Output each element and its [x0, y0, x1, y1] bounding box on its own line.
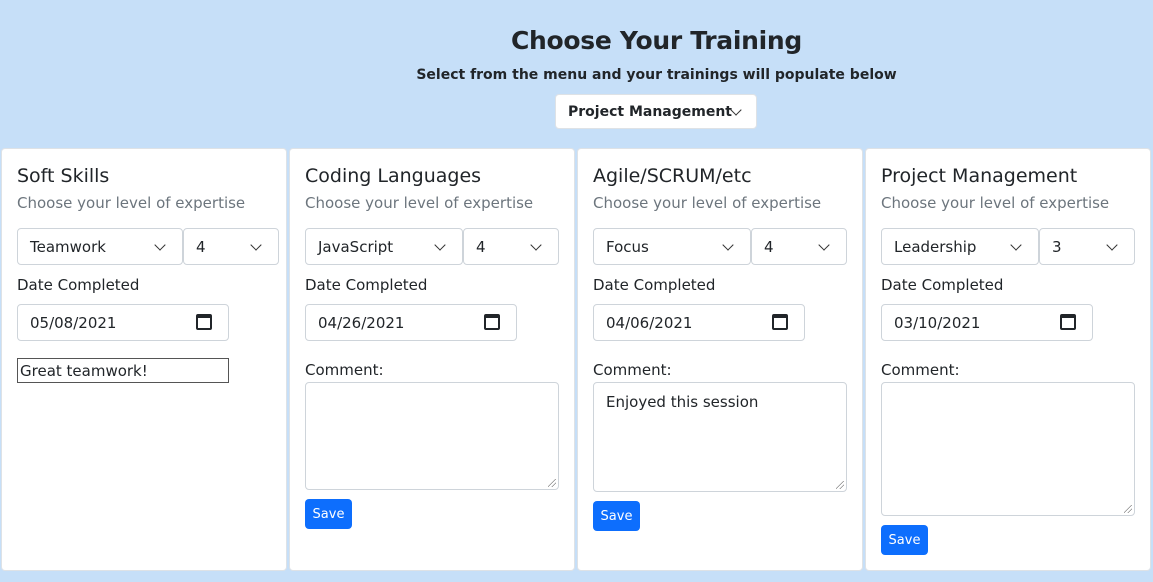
- date-input[interactable]: 05/08/2021: [17, 304, 229, 341]
- comment-value: Great teamwork!: [20, 361, 148, 380]
- level-select[interactable]: 3: [1039, 228, 1135, 265]
- comment-textarea[interactable]: [881, 382, 1135, 516]
- skill-select[interactable]: JavaScript: [305, 228, 463, 265]
- chevron-down-icon: [530, 239, 542, 251]
- training-card-coding-languages: Coding Languages Choose your level of ex…: [289, 148, 575, 571]
- comment-textarea[interactable]: [305, 382, 559, 490]
- level-select-value: 3: [1052, 237, 1062, 256]
- save-button[interactable]: Save: [881, 525, 928, 555]
- skill-select-value: Focus: [606, 237, 649, 256]
- comment-value: Enjoyed this session: [606, 393, 759, 411]
- resize-grip-icon[interactable]: [836, 481, 844, 489]
- level-select[interactable]: 4: [183, 228, 279, 265]
- calendar-icon[interactable]: [196, 314, 212, 330]
- comment-input[interactable]: Great teamwork!: [17, 358, 229, 383]
- page-header: Choose Your Training Select from the men…: [0, 0, 1153, 148]
- date-input[interactable]: 03/10/2021: [881, 304, 1093, 341]
- date-label: Date Completed: [17, 276, 140, 294]
- card-subtitle: Choose your level of expertise: [17, 194, 246, 212]
- card-title: Project Management: [881, 165, 1078, 187]
- save-button[interactable]: Save: [593, 501, 640, 531]
- comment-label: Comment:: [593, 361, 672, 379]
- skill-select[interactable]: Focus: [593, 228, 751, 265]
- chevron-down-icon: [818, 239, 830, 251]
- level-select-value: 4: [196, 237, 206, 256]
- training-select-value: Project Management: [568, 103, 732, 120]
- card-subtitle: Choose your level of expertise: [305, 194, 534, 212]
- page-subtitle: Select from the menu and your trainings …: [416, 67, 897, 83]
- level-select-value: 4: [764, 237, 774, 256]
- resize-grip-icon[interactable]: [548, 479, 556, 487]
- date-label: Date Completed: [881, 276, 1004, 294]
- level-select[interactable]: 4: [751, 228, 847, 265]
- date-label: Date Completed: [593, 276, 716, 294]
- card-subtitle: Choose your level of expertise: [593, 194, 822, 212]
- calendar-icon[interactable]: [484, 314, 500, 330]
- chevron-down-icon: [434, 239, 446, 251]
- date-input[interactable]: 04/26/2021: [305, 304, 517, 341]
- chevron-down-icon: [730, 104, 742, 116]
- date-value: 03/10/2021: [894, 313, 981, 332]
- date-value: 04/26/2021: [318, 313, 405, 332]
- save-button[interactable]: Save: [305, 499, 352, 529]
- date-input[interactable]: 04/06/2021: [593, 304, 805, 341]
- level-select-value: 4: [476, 237, 486, 256]
- chevron-down-icon: [250, 239, 262, 251]
- chevron-down-icon: [1010, 239, 1022, 251]
- date-value: 05/08/2021: [30, 313, 117, 332]
- calendar-icon[interactable]: [1060, 314, 1076, 330]
- chevron-down-icon: [154, 239, 166, 251]
- date-value: 04/06/2021: [606, 313, 693, 332]
- training-card-soft-skills: Soft Skills Choose your level of experti…: [1, 148, 287, 571]
- skill-select-value: Leadership: [894, 237, 977, 256]
- comment-label: Comment:: [305, 361, 384, 379]
- comment-textarea[interactable]: Enjoyed this session: [593, 382, 847, 492]
- skill-select[interactable]: Teamwork: [17, 228, 183, 265]
- training-select[interactable]: Project Management: [555, 94, 757, 129]
- page-title: Choose Your Training: [511, 26, 802, 55]
- comment-label: Comment:: [881, 361, 960, 379]
- resize-grip-icon[interactable]: [1124, 505, 1132, 513]
- level-select[interactable]: 4: [463, 228, 559, 265]
- card-subtitle: Choose your level of expertise: [881, 194, 1110, 212]
- skill-select-value: Teamwork: [30, 237, 106, 256]
- training-card-agile-scrum: Agile/SCRUM/etc Choose your level of exp…: [577, 148, 863, 571]
- card-title: Agile/SCRUM/etc: [593, 165, 752, 187]
- card-title: Soft Skills: [17, 165, 110, 187]
- date-label: Date Completed: [305, 276, 428, 294]
- skill-select[interactable]: Leadership: [881, 228, 1039, 265]
- calendar-icon[interactable]: [772, 314, 788, 330]
- chevron-down-icon: [722, 239, 734, 251]
- skill-select-value: JavaScript: [318, 237, 394, 256]
- training-card-project-management: Project Management Choose your level of …: [865, 148, 1151, 571]
- card-title: Coding Languages: [305, 165, 482, 187]
- chevron-down-icon: [1106, 239, 1118, 251]
